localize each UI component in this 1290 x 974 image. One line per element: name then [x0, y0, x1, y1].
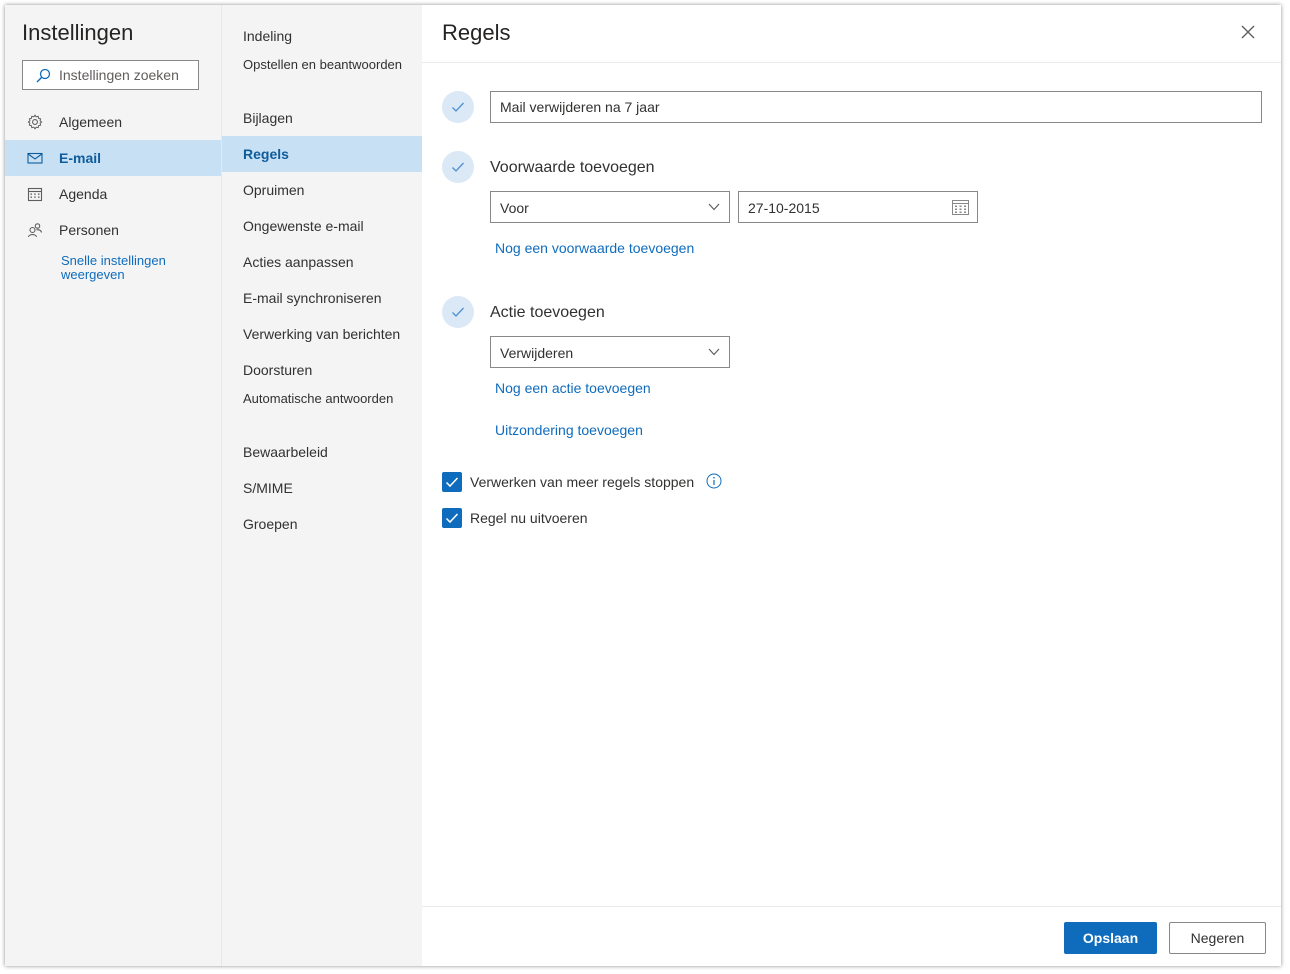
- step-complete-indicator: [442, 296, 474, 328]
- settings-search[interactable]: [22, 60, 199, 90]
- checkmark-icon: [452, 102, 464, 112]
- subnav-item-retention-policies[interactable]: Bewaarbeleid: [222, 434, 423, 470]
- rule-name-field[interactable]: [490, 91, 1262, 123]
- add-action-link[interactable]: Nog een actie toevoegen: [495, 380, 651, 396]
- save-button[interactable]: Opslaan: [1064, 922, 1157, 954]
- sidebar-item-label: Personen: [59, 222, 119, 238]
- checkmark-icon: [445, 477, 459, 488]
- condition-date-value: 27-10-2015: [748, 200, 820, 216]
- subnav-item-label: Ongewenste e-mail: [243, 218, 364, 234]
- condition-date-picker[interactable]: 27-10-2015: [738, 191, 978, 223]
- sidebar-item-label: Agenda: [59, 186, 108, 202]
- add-exception-link[interactable]: Uitzondering toevoegen: [495, 422, 643, 438]
- subnav-item-label: Automatische antwoorden: [243, 391, 394, 406]
- action-select-value: Verwijderen: [500, 345, 574, 361]
- stop-processing-label: Verwerken van meer regels stoppen: [470, 474, 695, 490]
- subnav-item-label: Groepen: [243, 516, 298, 532]
- sidebar-item-calendar[interactable]: Agenda: [5, 176, 221, 212]
- quick-settings-link[interactable]: Snelle instellingen weergeven: [61, 254, 201, 282]
- subnav-item-label: Doorsturen: [243, 362, 313, 378]
- action-select[interactable]: Verwijderen: [490, 336, 730, 368]
- subnav-item-attachments[interactable]: Bijlagen: [222, 100, 423, 136]
- settings-search-input[interactable]: [59, 61, 195, 89]
- close-icon[interactable]: [1237, 21, 1259, 43]
- subnav-item-label: Verwerking van berichten: [243, 326, 401, 342]
- subnav-item-label: Bewaarbeleid: [243, 444, 328, 460]
- chevron-down-icon: [708, 203, 720, 211]
- checkmark-icon: [452, 307, 464, 317]
- subnav-item-label: Bijlagen: [243, 110, 293, 126]
- discard-button[interactable]: Negeren: [1169, 922, 1266, 954]
- rule-name-input[interactable]: [491, 92, 1261, 122]
- calendar-icon: [27, 187, 43, 202]
- subnav-item-label: Opruimen: [243, 182, 305, 198]
- condition-heading: Voorwaarde toevoegen: [490, 159, 655, 176]
- chevron-down-icon: [708, 348, 720, 356]
- stop-processing-checkbox[interactable]: [442, 472, 462, 492]
- run-rule-now-label: Regel nu uitvoeren: [470, 510, 588, 526]
- settings-sidebar: Instellingen Algemeen E-mail: [5, 5, 221, 966]
- footer-divider: [422, 906, 1281, 907]
- email-settings-nav: Indeling Opstellen en beantwoorden Bijla…: [221, 5, 423, 966]
- calendar-icon[interactable]: [952, 199, 969, 215]
- subnav-item-groups[interactable]: Groepen: [222, 506, 423, 542]
- subnav-item-label: E-mail synchroniseren: [243, 290, 382, 306]
- subnav-item-message-handling[interactable]: Verwerking van berichten: [222, 316, 423, 352]
- sidebar-item-label: E-mail: [59, 150, 102, 166]
- step-complete-indicator: [442, 151, 474, 183]
- sidebar-item-people[interactable]: Personen: [5, 212, 221, 248]
- subnav-item-label: Regels: [243, 146, 289, 162]
- subnav-item-label: Acties aanpassen: [243, 254, 354, 270]
- step-complete-indicator: [442, 91, 474, 123]
- settings-title: Instellingen: [22, 20, 134, 45]
- checkmark-icon: [445, 513, 459, 524]
- subnav-item-rules[interactable]: Regels: [222, 136, 423, 172]
- subnav-item-smime[interactable]: S/MIME: [222, 470, 423, 506]
- run-rule-now-checkbox[interactable]: [442, 508, 462, 528]
- header-divider: [422, 62, 1281, 63]
- mail-icon: [27, 152, 43, 164]
- add-condition-link[interactable]: Nog een voorwaarde toevoegen: [495, 240, 694, 256]
- rule-editor-panel: Regels Voorwaarde toevoegen Voor 27-10-2…: [422, 5, 1281, 966]
- subnav-item-label: Opstellen en beantwoorden: [243, 57, 403, 72]
- settings-category-nav: Algemeen E-mail Agenda Personen: [5, 104, 221, 248]
- action-heading: Actie toevoegen: [490, 304, 605, 321]
- condition-select-value: Voor: [500, 200, 529, 216]
- subnav-item-sweep[interactable]: Opruimen: [222, 172, 423, 208]
- gear-icon: [27, 114, 43, 130]
- subnav-item-automatic-replies[interactable]: Automatische antwoorden: [222, 388, 423, 434]
- page-title: Regels: [442, 20, 511, 45]
- sidebar-item-email[interactable]: E-mail: [5, 140, 221, 176]
- subnav-item-compose-reply[interactable]: Opstellen en beantwoorden: [222, 54, 423, 100]
- subnav-item-customize-actions[interactable]: Acties aanpassen: [222, 244, 423, 280]
- checkmark-icon: [452, 162, 464, 172]
- condition-select[interactable]: Voor: [490, 191, 730, 223]
- info-icon[interactable]: [706, 473, 722, 489]
- subnav-item-layout[interactable]: Indeling: [222, 18, 423, 54]
- people-icon: [27, 223, 43, 238]
- search-icon: [36, 68, 51, 83]
- settings-dialog: Instellingen Algemeen E-mail: [5, 5, 1281, 966]
- subnav-item-forwarding[interactable]: Doorsturen: [222, 352, 423, 388]
- subnav-item-label: S/MIME: [243, 480, 293, 496]
- subnav-item-sync-email[interactable]: E-mail synchroniseren: [222, 280, 423, 316]
- sidebar-item-general[interactable]: Algemeen: [5, 104, 221, 140]
- subnav-item-junk-email[interactable]: Ongewenste e-mail: [222, 208, 423, 244]
- subnav-item-label: Indeling: [243, 28, 293, 44]
- sidebar-item-label: Algemeen: [59, 114, 123, 130]
